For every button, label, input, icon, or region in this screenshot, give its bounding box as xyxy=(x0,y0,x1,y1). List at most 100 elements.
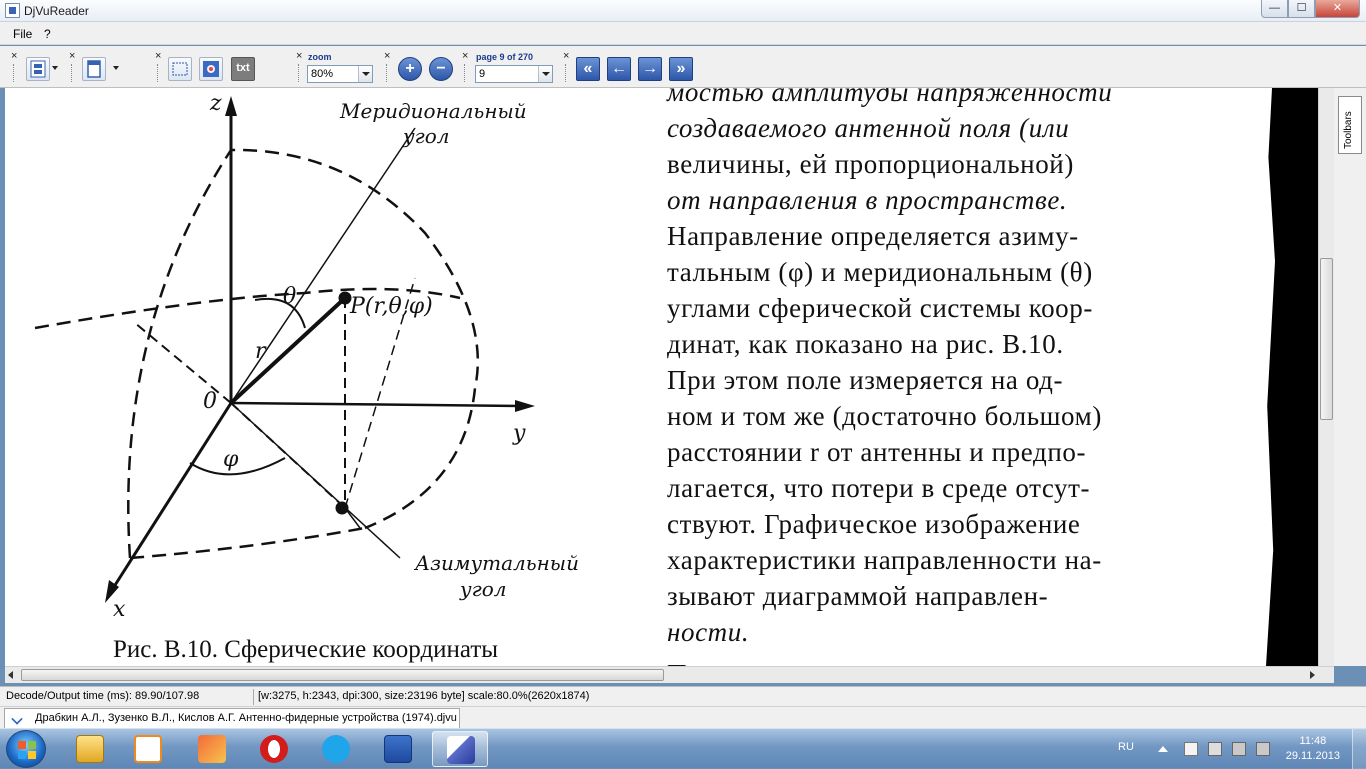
language-indicator[interactable]: RU xyxy=(1118,741,1134,753)
clock[interactable]: 11:48 29.11.2013 xyxy=(1286,734,1340,764)
origin-label: 0 xyxy=(203,389,217,414)
text-line: динат, как показано на рис. В.10. xyxy=(667,329,1064,359)
volume-icon[interactable] xyxy=(1232,742,1246,756)
text-line: лагается, что потери в среде отсут- xyxy=(667,473,1091,503)
taskbar-word[interactable] xyxy=(370,731,426,767)
zoom-out-button[interactable]: − xyxy=(429,57,453,81)
spherical-coordinates-figure: z y x 0 r θ φ P(r,θ,φ) Меридиональный уг… xyxy=(34,91,579,622)
text-line: расстоянии r от антенны и предпо- xyxy=(667,437,1087,467)
window-controls: — ☐ ✕ xyxy=(1261,0,1360,18)
toolbar-grip[interactable] xyxy=(384,50,390,84)
minimize-button[interactable]: — xyxy=(1261,0,1288,18)
vertical-scroll-thumb[interactable] xyxy=(1320,258,1333,420)
layout-dropdown-arrow[interactable] xyxy=(52,66,58,70)
document-tabs: Драбкин А.Л., Зузенко В.Л., Кислов А.Г. … xyxy=(0,706,1366,728)
phi-label: φ xyxy=(223,447,239,472)
toolbar-grip[interactable] xyxy=(563,50,569,84)
toolbar-grip[interactable] xyxy=(296,50,302,84)
taskbar-paint[interactable] xyxy=(184,731,240,767)
taskbar-djvu-reader[interactable] xyxy=(432,731,488,767)
toolbars-tab-label: Toolbars xyxy=(1343,111,1354,149)
zoom-label: zoom xyxy=(308,52,332,62)
scroll-right-icon[interactable] xyxy=(1310,671,1315,679)
decode-time: Decode/Output time (ms): 89.90/107.98 xyxy=(6,690,200,702)
djvu-reader-icon xyxy=(447,736,475,764)
zoom-select[interactable]: 80% xyxy=(307,65,373,83)
text-line: характеристики направленности на- xyxy=(667,545,1102,575)
chevron-down-icon[interactable] xyxy=(538,66,552,82)
menu-help[interactable]: ? xyxy=(44,27,51,41)
text-line: ствуют. Графическое изображение xyxy=(667,509,1081,539)
maximize-button[interactable]: ☐ xyxy=(1288,0,1315,18)
next-page-button[interactable]: → xyxy=(638,57,662,81)
show-hidden-icons-icon[interactable] xyxy=(1158,746,1168,752)
horizontal-scroll-thumb[interactable] xyxy=(21,669,664,681)
select-text-button[interactable]: txt xyxy=(231,57,255,81)
toolbar-grip[interactable] xyxy=(462,50,468,84)
toolbar-grip[interactable] xyxy=(11,50,17,84)
zoom-in-button[interactable]: + xyxy=(398,57,422,81)
meridional-label-2: угол xyxy=(402,124,449,148)
chevron-down-icon[interactable] xyxy=(358,66,372,82)
view-mode-button[interactable] xyxy=(82,57,106,81)
action-center-icon[interactable] xyxy=(1184,742,1198,756)
start-button[interactable] xyxy=(6,730,46,768)
image-icon xyxy=(203,61,219,77)
selection-icon xyxy=(172,62,188,76)
select-image-button[interactable] xyxy=(199,57,223,81)
prev-page-button[interactable]: ← xyxy=(607,57,631,81)
taskbar-media-player[interactable] xyxy=(120,731,176,767)
word-icon xyxy=(384,735,412,763)
text-line: Направление определяется азиму- xyxy=(667,221,1079,251)
show-desktop-button[interactable] xyxy=(1352,729,1366,769)
scroll-left-icon[interactable] xyxy=(8,671,13,679)
status-bar: Decode/Output time (ms): 89.90/107.98 [w… xyxy=(0,686,1366,706)
vertical-scrollbar[interactable] xyxy=(1318,88,1334,666)
document-text: мостью амплитуды напряженности создаваем… xyxy=(667,88,1227,666)
theta-label: θ xyxy=(283,284,296,309)
x-label: x xyxy=(113,597,126,622)
devices-icon[interactable] xyxy=(1208,742,1222,756)
y-axis xyxy=(230,401,526,408)
clock-time: 11:48 xyxy=(1299,735,1327,747)
clock-date: 29.11.2013 xyxy=(1285,750,1340,762)
menu-file[interactable]: File xyxy=(13,27,32,41)
view-dropdown-arrow[interactable] xyxy=(113,66,119,70)
last-page-button[interactable]: » xyxy=(669,57,693,81)
first-page-button[interactable]: « xyxy=(576,57,600,81)
point-label: P(r,θ,φ) xyxy=(349,294,433,319)
close-button[interactable]: ✕ xyxy=(1315,0,1360,18)
text-line: величины, ей пропорциональной) xyxy=(667,149,1074,179)
azimuthal-label-2: угол xyxy=(459,577,506,601)
z-label: z xyxy=(209,91,222,116)
text-line: ности. xyxy=(667,617,750,647)
select-area-button[interactable] xyxy=(168,57,192,81)
taskbar-explorer[interactable] xyxy=(62,731,118,767)
text-line: При этом поле измеряется на од- xyxy=(667,365,1064,395)
r-label: r xyxy=(255,339,267,364)
r-vector xyxy=(229,296,347,405)
page-icon xyxy=(87,60,101,78)
toolbar-grip[interactable] xyxy=(155,50,161,84)
text-line: тальным (φ) и меридиональным (θ) xyxy=(667,257,1093,287)
document-tab[interactable]: Драбкин А.Л., Зузенко В.Л., Кислов А.Г. … xyxy=(4,708,460,728)
taskbar-skype[interactable] xyxy=(308,731,364,767)
text-line: мостью амплитуды напряженности xyxy=(667,88,1113,107)
media-player-icon xyxy=(134,735,162,763)
text-line: создаваемого антенной поля (или xyxy=(667,113,1070,143)
page-select[interactable]: 9 xyxy=(475,65,553,83)
toolbar-grip[interactable] xyxy=(69,50,75,84)
page-layout-button[interactable] xyxy=(26,57,50,81)
page-value: 9 xyxy=(479,68,486,80)
taskbar-opera[interactable] xyxy=(246,731,302,767)
horizontal-scrollbar[interactable] xyxy=(5,666,1334,683)
skype-icon xyxy=(322,735,350,763)
network-icon[interactable] xyxy=(1256,742,1270,756)
toolbars-tab[interactable]: Toolbars xyxy=(1338,96,1362,154)
document-tab-title: Драбкин А.Л., Зузенко В.Л., Кислов А.Г. … xyxy=(35,712,457,724)
text-line: Пространственная диаграмма на- xyxy=(667,656,1227,666)
window-title: DjVuReader xyxy=(24,4,89,18)
document-viewport[interactable]: z y x 0 r θ φ P(r,θ,φ) Меридиональный уг… xyxy=(5,88,1334,666)
text-line: углами сферической системы коор- xyxy=(667,293,1093,323)
status-separator xyxy=(253,689,254,705)
